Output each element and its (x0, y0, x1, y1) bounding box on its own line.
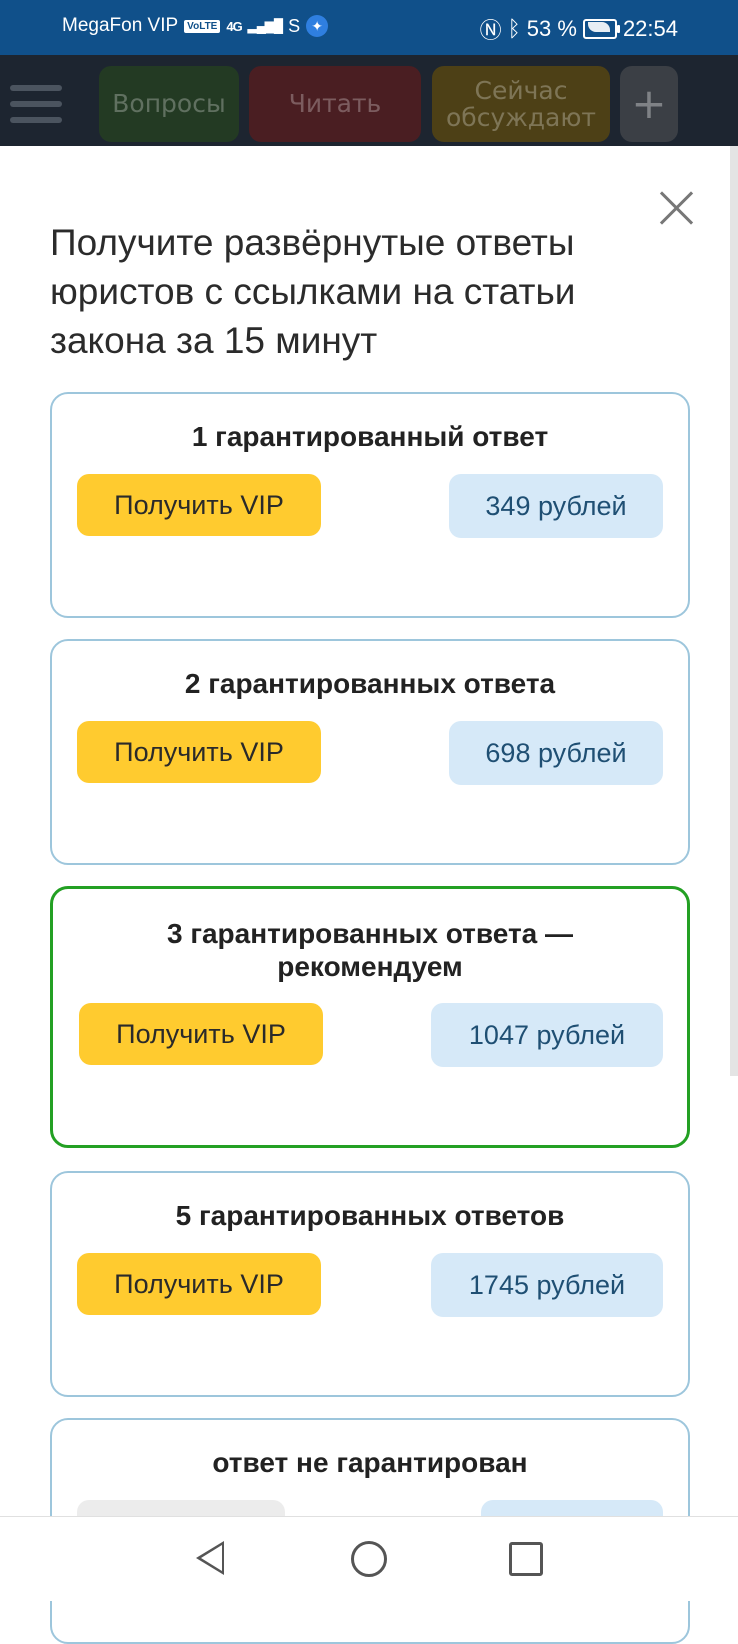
recent-apps-icon[interactable] (509, 1542, 543, 1576)
scrollbar[interactable] (730, 146, 738, 1076)
battery-percent: 53 % (526, 16, 577, 41)
offer-title: 5 гарантированных ответов (175, 1200, 565, 1231)
get-vip-button[interactable]: Получить VIP (77, 1253, 321, 1315)
price-badge: 698 рублей (449, 721, 663, 785)
add-button[interactable]: + (620, 66, 678, 142)
offer-title: 3 гарантированных ответа — рекомендуем (166, 918, 574, 982)
offer-card-2: 2 гарантированных ответа Получить VIP 69… (50, 639, 690, 865)
clock: 22:54 (622, 16, 678, 41)
get-vip-button[interactable]: Получить VIP (77, 474, 321, 536)
signal-icon: ▂▄▆█ (247, 18, 283, 33)
get-vip-button[interactable]: Получить VIP (79, 1003, 323, 1065)
status-left: MegaFon VIP VoLTE 4G ▂▄▆█ Ѕ ✦ (62, 15, 329, 37)
offer-title: 2 гарантированных ответа (184, 668, 556, 699)
home-icon[interactable] (351, 1541, 387, 1577)
back-icon[interactable] (196, 1541, 224, 1575)
tab-discussing-now[interactable]: Сейчас обсуждают (432, 66, 610, 142)
app-s-icon: Ѕ (288, 15, 301, 36)
tab-read[interactable]: Читать (249, 66, 421, 142)
price-badge: 1745 рублей (431, 1253, 663, 1317)
network-type: 4G (226, 18, 242, 34)
menu-icon[interactable] (10, 85, 62, 125)
price-badge: 1047 рублей (431, 1003, 663, 1067)
offer-card-1: 1 гарантированный ответ Получить VIP 349… (50, 392, 690, 618)
nfc-icon: Ⓝ (479, 18, 502, 43)
carrier-name: MegaFon VIP (62, 15, 179, 36)
get-vip-button[interactable]: Получить VIP (77, 721, 321, 783)
sheet-heading: Получите развёрнутые ответы юристов с сс… (50, 222, 576, 361)
battery-icon (582, 19, 620, 39)
system-nav-bar (0, 1516, 738, 1601)
volte-icon: VoLTE (184, 19, 221, 33)
price-badge: 349 рублей (449, 474, 663, 538)
offer-title: ответ не гарантирован (212, 1447, 528, 1478)
offer-card-3-recommended: 3 гарантированных ответа — рекомендуем П… (50, 886, 690, 1148)
offer-title: 1 гарантированный ответ (191, 421, 549, 452)
status-right: Ⓝ ᛒ 53 % 22:54 (480, 13, 678, 45)
bluetooth-icon: ᛒ (507, 16, 521, 41)
tab-questions[interactable]: Вопросы (99, 66, 239, 142)
status-bar: MegaFon VIP VoLTE 4G ▂▄▆█ Ѕ ✦ Ⓝ ᛒ 53 % 2… (0, 0, 738, 55)
app-bar: Вопросы Читать Сейчас обсуждают + (0, 55, 738, 146)
offer-card-4: 5 гарантированных ответов Получить VIP 1… (50, 1171, 690, 1397)
bulb-icon: ✦ (306, 15, 329, 37)
